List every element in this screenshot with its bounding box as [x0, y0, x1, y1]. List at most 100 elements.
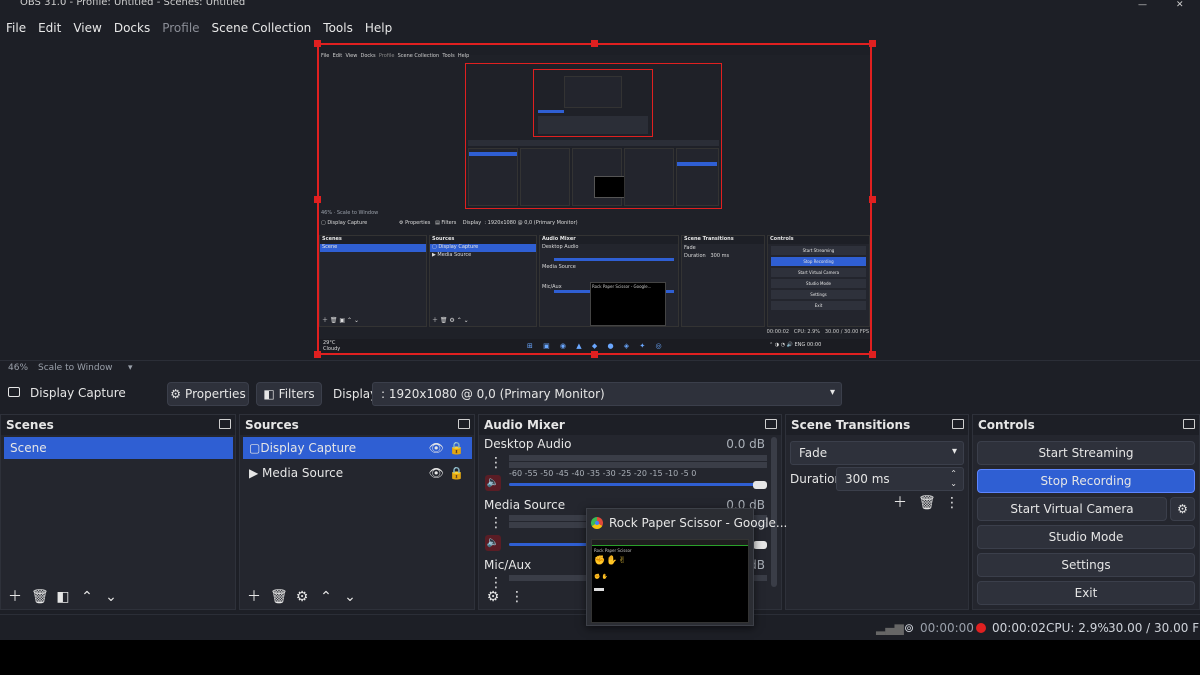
- inner-sources-dock: Sources ▢ Display Capture ▶ Media Source…: [429, 235, 537, 327]
- trash-icon[interactable]: 🗑: [31, 589, 49, 605]
- scenes-dock: Scenes Scene ＋ 🗑 ◧ ⌃ ⌄: [0, 414, 236, 610]
- menu-file[interactable]: File: [0, 18, 32, 38]
- transform-handle[interactable]: [869, 351, 876, 358]
- undock-icon[interactable]: [952, 419, 964, 429]
- sources-list: ▢Display Capture 👁 🔒 ▶ Media Source 👁 🔒: [243, 437, 472, 484]
- filter-icon[interactable]: ◧: [55, 589, 71, 605]
- trash-icon[interactable]: 🗑: [918, 495, 936, 511]
- add-icon[interactable]: ＋: [7, 589, 23, 605]
- transform-handle[interactable]: [591, 351, 598, 358]
- undock-icon[interactable]: [458, 419, 470, 429]
- volume-meter: [509, 455, 767, 461]
- window-title: OBS 31.0 - Profile: Untitled - Scenes: U…: [20, 0, 246, 8]
- audio-mixer-title: Audio Mixer: [479, 415, 781, 435]
- spin-arrows-icon[interactable]: ⌃ ⌄: [950, 469, 957, 489]
- stop-recording-button[interactable]: Stop Recording: [977, 469, 1195, 493]
- menu-edit[interactable]: Edit: [32, 18, 67, 38]
- close-icon[interactable]: ✕: [1176, 1, 1184, 10]
- transform-handle[interactable]: [869, 40, 876, 47]
- chevron-down-icon: ▾: [951, 446, 957, 457]
- menu-profile[interactable]: Profile: [156, 18, 205, 38]
- transition-select[interactable]: Fade ▾: [790, 441, 964, 465]
- zoom-mode[interactable]: Scale to Window: [38, 361, 112, 375]
- duration-spinbox[interactable]: 300 ms ⌃ ⌄: [836, 467, 964, 491]
- chevron-down-icon[interactable]: ⌄: [103, 589, 119, 605]
- eye-icon[interactable]: 👁: [429, 462, 444, 484]
- volume-meter: [509, 462, 767, 468]
- display-label: Display: [333, 387, 378, 401]
- record-icon: [976, 623, 986, 633]
- score-icons: ✊ ✋: [594, 574, 609, 580]
- transform-handle[interactable]: [591, 40, 598, 47]
- properties-button[interactable]: ⚙ Properties: [167, 382, 249, 406]
- gear-icon: ⚙: [1177, 502, 1188, 516]
- inner-source-toolbar: ▢ Display Capture ⚙ Properties ▤ Filters…: [321, 220, 578, 226]
- transform-handle[interactable]: [314, 351, 321, 358]
- start-virtual-camera-button[interactable]: Start Virtual Camera: [977, 497, 1167, 521]
- transform-handle[interactable]: [869, 196, 876, 203]
- inner-statusbar: 00:00:02 CPU: 2.9% 30.00 / 30.00 FPS: [766, 329, 869, 335]
- minimize-icon[interactable]: —: [1138, 1, 1147, 10]
- fps: 30.00 / 30.00 FPS: [1108, 621, 1200, 635]
- chrome-window-thumbnail[interactable]: Rock Paper Scissor - Google... Rock Pape…: [586, 508, 787, 626]
- menu-scene-collection[interactable]: Scene Collection: [206, 18, 318, 38]
- eye-icon[interactable]: 👁: [429, 437, 444, 459]
- gear-icon[interactable]: ⚙: [485, 589, 501, 605]
- inner-menubar: File Edit View Docks Profile Scene Colle…: [321, 53, 470, 59]
- chevron-down-icon: ▾: [829, 387, 835, 398]
- lock-icon[interactable]: 🔒: [449, 462, 464, 484]
- undock-icon[interactable]: [1183, 419, 1195, 429]
- mute-icon[interactable]: 🔈: [485, 535, 501, 551]
- exit-button[interactable]: Exit: [977, 581, 1195, 605]
- menu-help[interactable]: Help: [359, 18, 398, 38]
- undock-icon[interactable]: [219, 419, 231, 429]
- menu-view[interactable]: View: [67, 18, 107, 38]
- kebab-icon[interactable]: ⋮: [509, 589, 525, 605]
- zoom-bar: 46% Scale to Window ▾: [0, 360, 1200, 374]
- add-icon[interactable]: ＋: [892, 495, 908, 511]
- undock-icon[interactable]: [765, 419, 777, 429]
- zoom-level[interactable]: 46%: [8, 361, 28, 375]
- controls-title: Controls: [973, 415, 1199, 435]
- thumbnail-heading: Rock Paper Scissor: [594, 548, 632, 553]
- settings-button[interactable]: Settings: [977, 553, 1195, 577]
- stream-icon: ⊚: [904, 621, 915, 635]
- controls-dock: Controls Start Streaming Stop Recording …: [972, 414, 1200, 610]
- menu-docks[interactable]: Docks: [108, 18, 156, 38]
- channel-name: Mic/Aux: [484, 558, 532, 572]
- chevron-up-icon[interactable]: ⌃: [318, 589, 334, 605]
- virtual-camera-settings-button[interactable]: ⚙: [1170, 497, 1195, 521]
- kebab-icon[interactable]: ⋮: [489, 455, 503, 471]
- scenes-list: Scene: [4, 437, 233, 459]
- lock-icon[interactable]: 🔒: [449, 437, 464, 459]
- gear-icon[interactable]: ⚙: [294, 589, 310, 605]
- preview-canvas[interactable]: File Edit View Docks Profile Scene Colle…: [317, 43, 872, 355]
- chevron-up-icon[interactable]: ⌃: [79, 589, 95, 605]
- scene-transitions-title: Scene Transitions: [786, 415, 968, 435]
- scenes-footer: ＋ 🗑 ◧ ⌃ ⌄: [1, 585, 235, 609]
- volume-slider[interactable]: [509, 483, 759, 486]
- chevron-down-icon[interactable]: ⌄: [342, 589, 358, 605]
- menu-tools[interactable]: Tools: [317, 18, 359, 38]
- studio-mode-button[interactable]: Studio Mode: [977, 525, 1195, 549]
- scenes-title: Scenes: [1, 415, 235, 435]
- source-item-display-capture[interactable]: ▢Display Capture 👁 🔒: [243, 437, 472, 459]
- mute-icon[interactable]: 🔈: [485, 475, 501, 491]
- filters-button[interactable]: ◧ Filters: [256, 382, 322, 406]
- transform-handle[interactable]: [314, 40, 321, 47]
- scrollbar[interactable]: [771, 437, 777, 587]
- add-icon[interactable]: ＋: [246, 589, 262, 605]
- display-select[interactable]: : 1920x1080 @ 0,0 (Primary Monitor) ▾: [372, 382, 842, 406]
- sources-dock: Sources ▢Display Capture 👁 🔒 ▶ Media Sou…: [239, 414, 475, 610]
- trash-icon[interactable]: 🗑: [270, 589, 288, 605]
- zoom-dropdown-icon[interactable]: ▾: [128, 361, 133, 375]
- kebab-icon[interactable]: ⋮: [944, 495, 960, 511]
- volume-slider-knob[interactable]: [753, 481, 767, 489]
- inner-audio-dock: Audio Mixer Desktop Audio Media Source M…: [539, 235, 679, 327]
- transform-handle[interactable]: [314, 196, 321, 203]
- source-item-media-source[interactable]: ▶ Media Source 👁 🔒: [243, 462, 472, 484]
- start-streaming-button[interactable]: Start Streaming: [977, 441, 1195, 465]
- volume-slider-knob[interactable]: [753, 541, 767, 549]
- scene-item[interactable]: Scene: [4, 437, 233, 459]
- kebab-icon[interactable]: ⋮: [489, 515, 503, 531]
